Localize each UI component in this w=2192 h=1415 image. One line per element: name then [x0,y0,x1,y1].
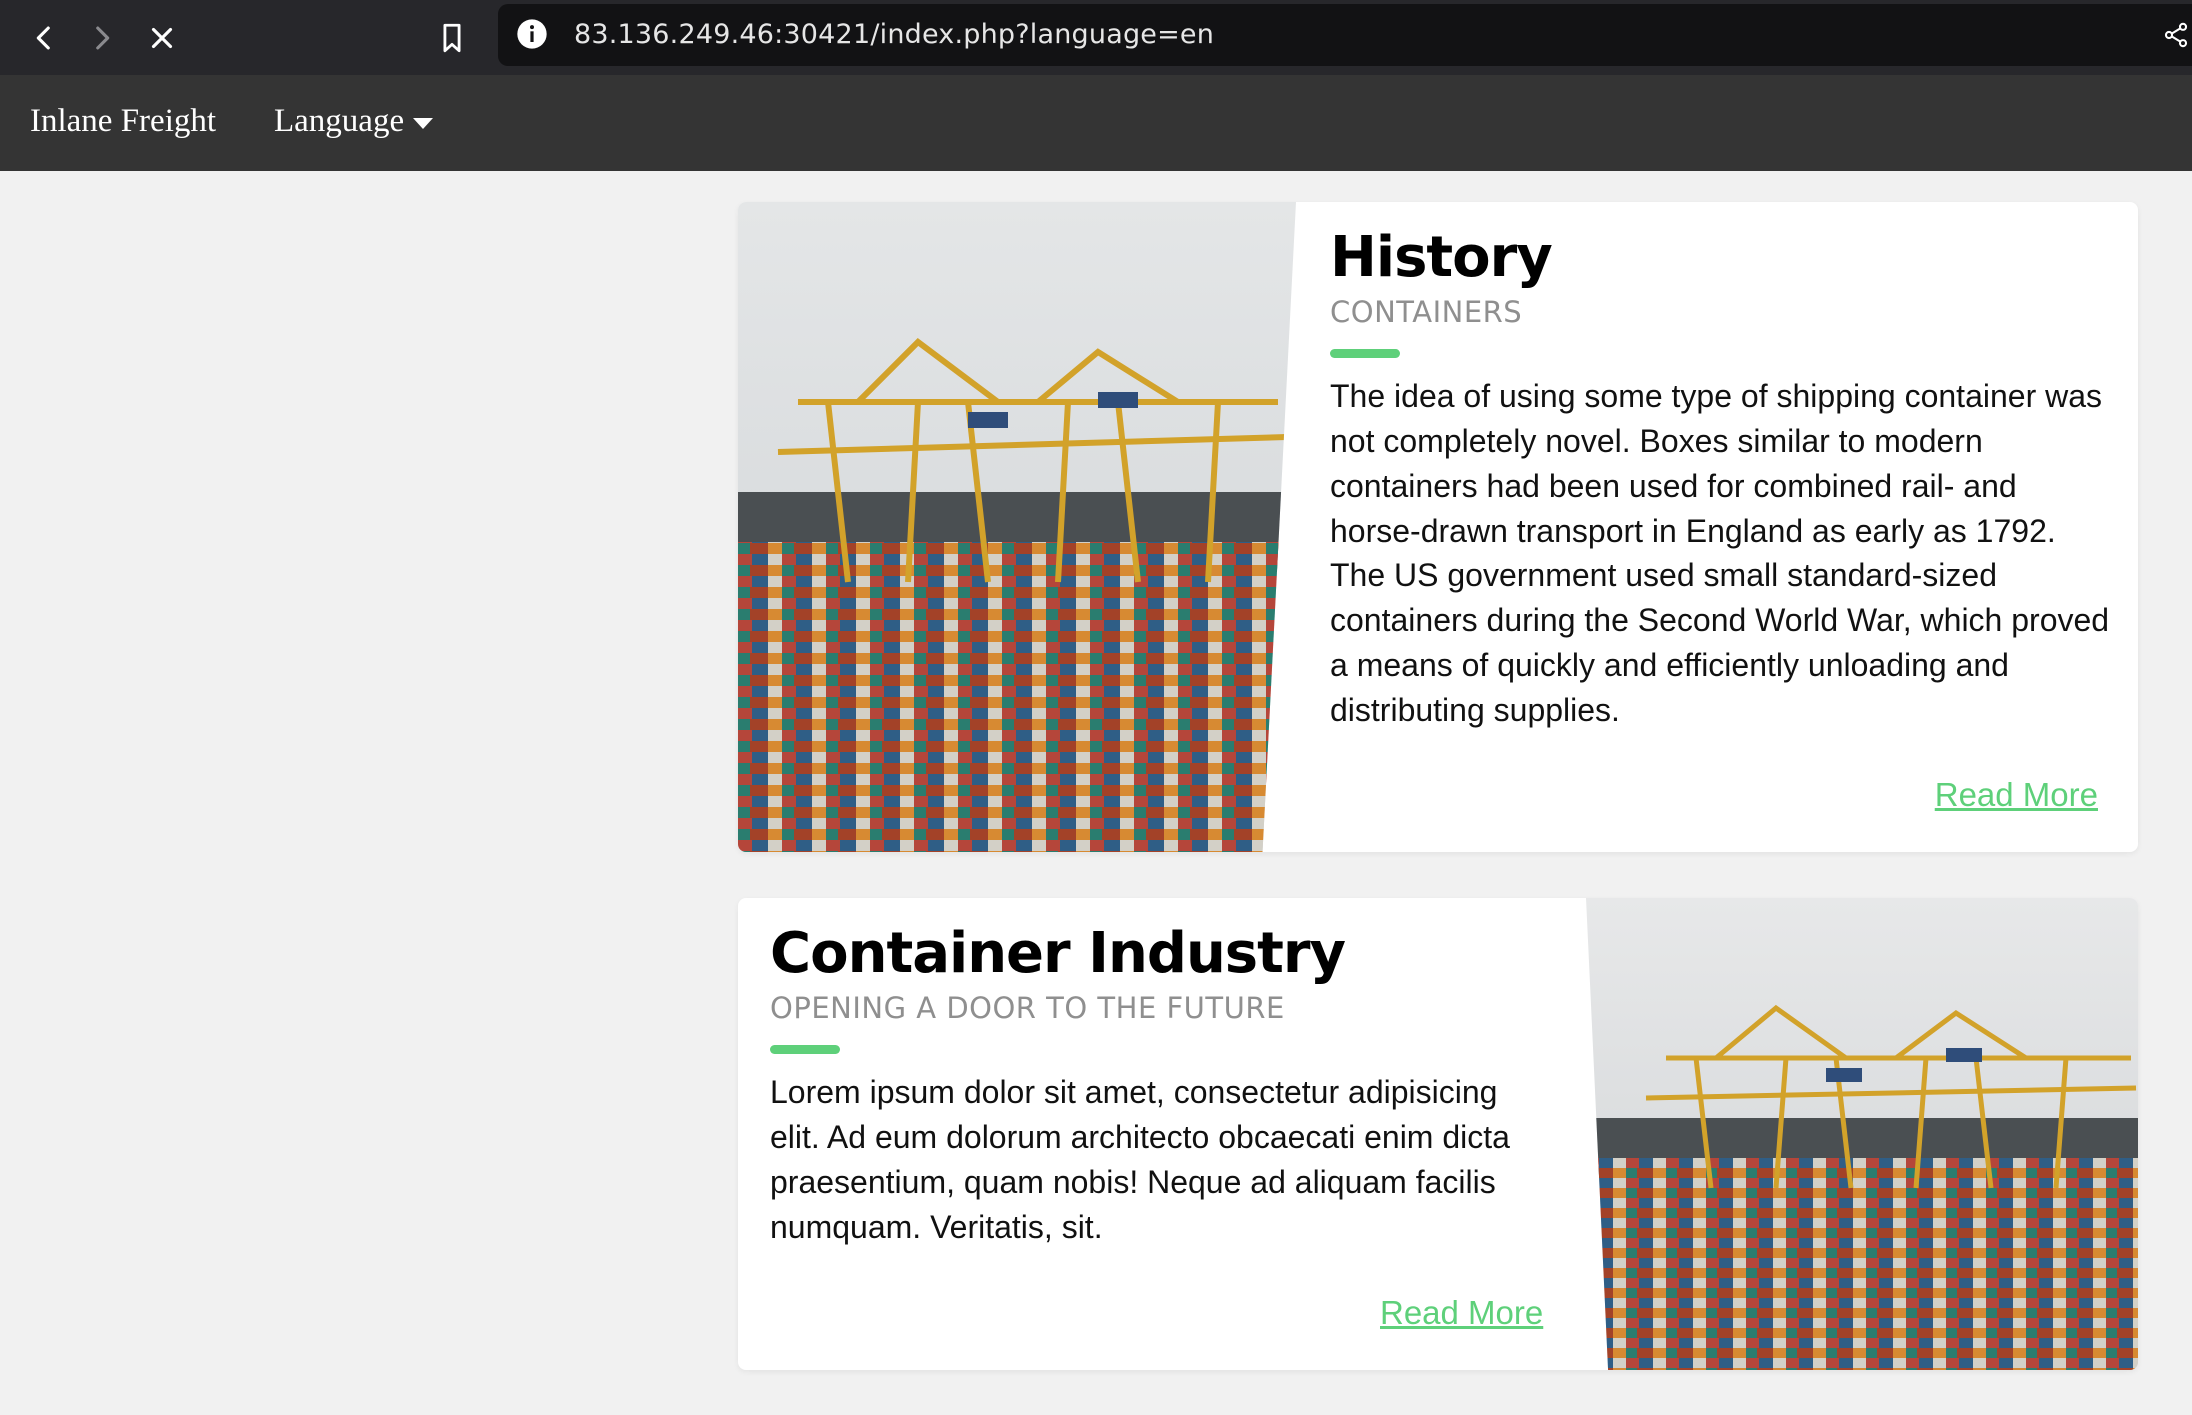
forward-button[interactable] [78,14,126,62]
share-icon[interactable] [2162,18,2190,52]
card-subtitle: CONTAINERS [1330,295,1523,330]
language-label: Language [274,103,405,139]
url-text[interactable]: 83.136.249.46:30421/index.php?language=e… [574,19,1214,50]
info-icon[interactable] [516,18,548,50]
container-industry-card: Container Industry OPENING A DOOR TO THE… [738,898,2138,1370]
card-title: Container Industry [770,921,1346,986]
card-subtitle: OPENING A DOOR TO THE FUTURE [770,991,1285,1026]
stop-loading-button[interactable] [138,14,186,62]
history-content: History CONTAINERS The idea of using som… [1330,202,2110,733]
container-port-photo [1586,898,2138,1370]
card-body: Lorem ipsum dolor sit amet, consectetur … [770,1074,1510,1245]
read-more-link[interactable]: Read More [1380,1294,1543,1332]
site-navbar: Inlane Freight Language [0,75,2192,171]
address-bar[interactable]: 83.136.249.46:30421/index.php?language=e… [498,4,2192,66]
container-port-photo [738,202,1296,852]
bookmark-button[interactable] [428,14,476,62]
container-industry-content: Container Industry OPENING A DOOR TO THE… [770,898,1530,1249]
chevron-left-icon [36,26,50,50]
back-button[interactable] [20,14,68,62]
close-icon [151,27,173,49]
accent-bar [770,1045,840,1055]
read-more-link[interactable]: Read More [1935,776,2098,814]
brand-link[interactable]: Inlane Freight [30,103,216,140]
chevron-right-icon [96,26,110,50]
language-dropdown[interactable]: Language [274,103,434,140]
card-title: History [1330,225,1553,290]
accent-bar [1330,349,1400,359]
browser-toolbar: 83.136.249.46:30421/index.php?language=e… [0,0,2192,75]
history-card: History CONTAINERS The idea of using som… [738,202,2138,852]
bookmark-icon [443,23,461,53]
card-body: The idea of using some type of shipping … [1330,378,2110,728]
caret-down-icon [413,117,434,129]
